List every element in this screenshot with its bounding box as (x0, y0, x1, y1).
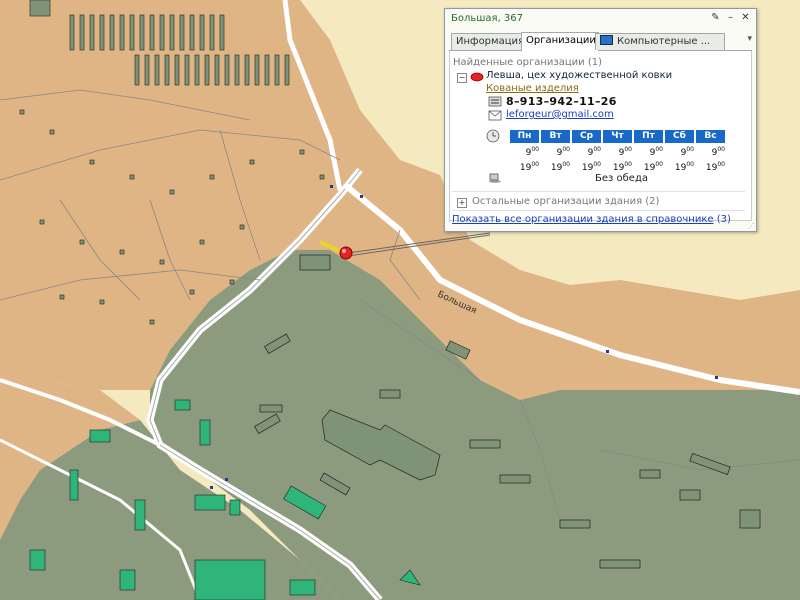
day-wed: Ср (572, 130, 601, 143)
hours-tue: 900 1900 (550, 146, 570, 173)
day-thu: Чт (603, 130, 632, 143)
day-sun: Вс (696, 130, 725, 143)
close-icon[interactable]: ✕ (739, 12, 752, 25)
other-orgs-label[interactable]: Остальные организации здания (2) (472, 196, 659, 207)
day-sat: Сб (665, 130, 694, 143)
weekdays-header: Пн Вт Ср Чт Пт Сб Вс (510, 130, 725, 143)
clock-icon (486, 129, 500, 143)
tab-organizations-label: Организации (526, 35, 596, 46)
coffee-cup-icon (489, 173, 501, 183)
tab-computer[interactable]: Компьютерные ... (595, 33, 725, 50)
tab-info[interactable]: Информация (451, 33, 525, 50)
minimize-icon[interactable]: – (724, 12, 737, 25)
org-category-link[interactable]: Кованые изделия (486, 83, 579, 94)
tab-organizations[interactable]: Организации (521, 32, 599, 51)
phone-icon (488, 96, 502, 107)
organizations-panel: Найденные организации (1) − Левша, цех х… (449, 51, 752, 225)
lunch-info: Без обеда (595, 173, 648, 184)
monitor-icon (600, 35, 613, 45)
hours-thu: 900 1900 (612, 146, 632, 173)
info-popup[interactable]: Большая, 367 ✎ – ✕ Информация Организаци… (444, 8, 757, 232)
day-fri: Пт (634, 130, 663, 143)
tab-info-label: Информация (456, 36, 525, 47)
resize-grip-icon[interactable]: ⋰ (748, 222, 755, 230)
org-email-link[interactable]: leforgeur@gmail.com (506, 109, 614, 120)
tabs-more-icon[interactable]: ▾ (747, 34, 752, 44)
hours-sun: 900 1900 (705, 146, 725, 173)
org-phone: 8–913–942–11–26 (506, 95, 617, 108)
org-heart-icon (470, 72, 484, 82)
email-icon (488, 110, 502, 121)
hours-wed: 900 1900 (581, 146, 601, 173)
divider (452, 191, 745, 192)
tab-bar: Информация Организации Компьютерные ... … (449, 32, 752, 51)
collapse-org-icon[interactable]: − (457, 73, 467, 83)
show-all-link[interactable]: Показать все организации здания в справо… (452, 214, 714, 225)
popup-title: Большая, 367 (451, 13, 524, 24)
popup-title-buttons: ✎ – ✕ (709, 12, 752, 25)
hours-fri: 900 1900 (643, 146, 663, 173)
tab-computer-label: Компьютерные ... (617, 36, 711, 47)
show-all-count: (3) (716, 214, 731, 225)
day-mon: Пн (510, 130, 539, 143)
day-tue: Вт (541, 130, 570, 143)
found-label: Найденные организации (1) (453, 57, 602, 68)
org-name[interactable]: Левша, цех художественной ковки (486, 70, 672, 81)
hours-sat: 900 1900 (674, 146, 694, 173)
hours-mon: 900 1900 (519, 146, 539, 173)
divider (452, 210, 745, 211)
show-all-orgs[interactable]: Показать все организации здания в справо… (452, 214, 731, 225)
pin-icon[interactable]: ✎ (709, 12, 722, 25)
expand-others-icon[interactable]: + (457, 198, 467, 208)
work-hours: 900 1900 900 1900 900 1900 900 1900 900 1900 … (510, 144, 725, 174)
